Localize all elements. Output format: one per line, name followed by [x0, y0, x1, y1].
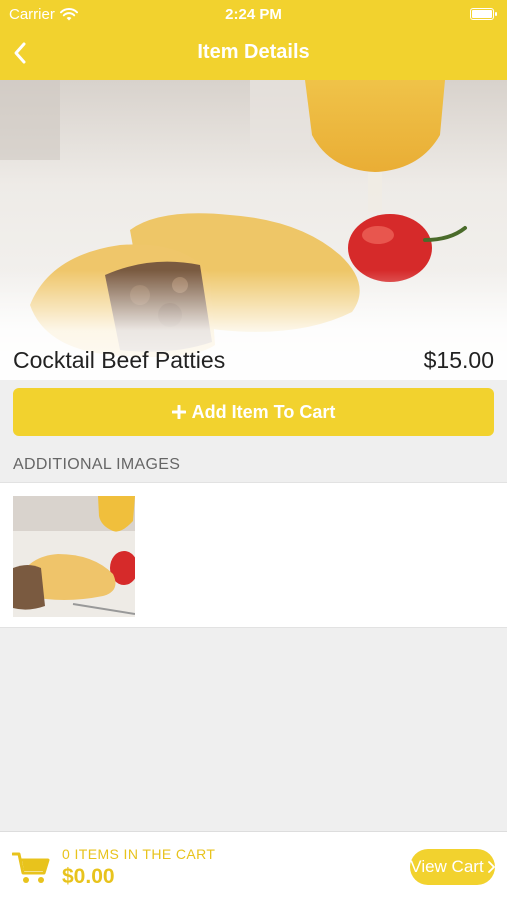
- shopping-cart-icon[interactable]: [12, 851, 50, 885]
- view-cart-label: View Cart: [410, 857, 484, 876]
- cart-item-count: 0 ITEMS IN THE CART: [62, 846, 216, 862]
- header-bar: Carrier 2:24 PM Item Details: [0, 0, 507, 80]
- add-to-cart-label: Add Item To Cart: [191, 401, 336, 422]
- product-name: Cocktail Beef Patties: [13, 347, 226, 373]
- additional-images-header: ADDITIONAL IMAGES: [13, 456, 181, 473]
- page-title: Item Details: [197, 41, 310, 63]
- status-bar: Carrier 2:24 PM: [0, 0, 507, 28]
- view-cart-button[interactable]: View Cart: [410, 849, 495, 885]
- status-time: 2:24 PM: [225, 6, 282, 23]
- cart-bar: 0 ITEMS IN THE CART $0.00 View Cart: [0, 831, 507, 900]
- product-price: $15.00: [423, 347, 494, 373]
- cart-total: $0.00: [62, 865, 115, 888]
- nav-bar: Item Details: [0, 32, 507, 76]
- product-image: [0, 80, 507, 380]
- plus-icon: [171, 405, 186, 419]
- add-to-cart-button[interactable]: Add Item To Cart: [13, 388, 494, 436]
- additional-image-thumbnail[interactable]: [13, 496, 135, 617]
- battery-icon: [470, 8, 497, 20]
- chevron-right-icon: [487, 861, 495, 873]
- additional-images-panel: [0, 482, 507, 628]
